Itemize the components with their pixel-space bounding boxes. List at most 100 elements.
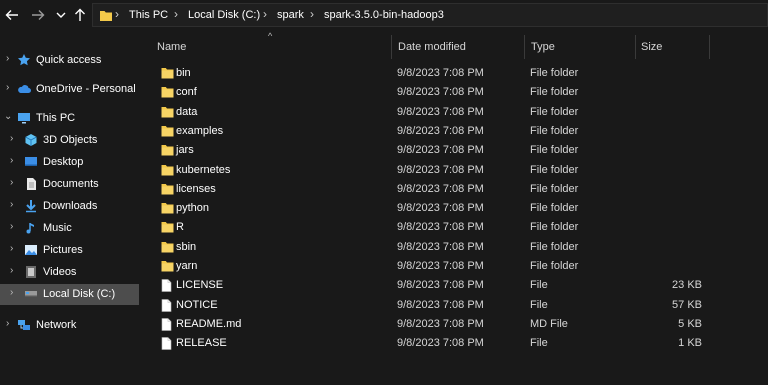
file-name: R — [176, 221, 184, 234]
breadcrumb-spark[interactable]: spark — [277, 9, 304, 21]
column-divider[interactable] — [709, 35, 710, 59]
nav-item-this-pc[interactable]: ⌄ This PC — [0, 108, 139, 129]
forward-button[interactable] — [30, 6, 46, 24]
file-row[interactable]: data 9/8/2023 7:08 PM File folder — [141, 103, 768, 122]
back-button[interactable] — [4, 6, 20, 24]
file-row[interactable]: jars 9/8/2023 7:08 PM File folder — [141, 141, 768, 160]
file-type: File folder — [530, 202, 579, 215]
file-row[interactable]: sbin 9/8/2023 7:08 PM File folder — [141, 238, 768, 257]
nav-label: Desktop — [43, 156, 84, 168]
music-note-icon — [26, 223, 34, 234]
file-type: File folder — [530, 240, 579, 253]
chevron-right-icon[interactable]: › — [10, 177, 13, 188]
file-row[interactable]: python 9/8/2023 7:08 PM File folder — [141, 199, 768, 218]
recent-locations-button[interactable] — [53, 6, 69, 24]
chevron-right-icon: › — [174, 7, 178, 21]
nav-item-videos[interactable]: › Videos — [0, 262, 139, 283]
file-date-modified: 9/8/2023 7:08 PM — [397, 124, 484, 137]
column-divider[interactable] — [391, 35, 392, 59]
nav-label: This PC — [36, 112, 76, 124]
file-size: 1 KB — [678, 337, 702, 350]
file-date-modified: 9/8/2023 7:08 PM — [397, 221, 484, 234]
file-type: File — [530, 279, 548, 292]
cube-icon — [25, 134, 37, 146]
file-row[interactable]: LICENSE 9/8/2023 7:08 PM File 23 KB — [141, 276, 768, 295]
file-date-modified: 9/8/2023 7:08 PM — [397, 337, 484, 350]
file-row[interactable]: NOTICE 9/8/2023 7:08 PM File 57 KB — [141, 296, 768, 315]
file-type: File — [530, 337, 548, 350]
nav-label: Local Disk (C:) — [43, 288, 116, 300]
chevron-right-icon[interactable]: › — [10, 199, 13, 210]
file-row[interactable]: bin 9/8/2023 7:08 PM File folder — [141, 64, 768, 83]
breadcrumb-spark-folder[interactable]: spark-3.5.0-bin-hadoop3 — [324, 9, 444, 21]
up-button[interactable] — [72, 6, 88, 24]
nav-item-documents[interactable]: › Documents — [0, 174, 139, 195]
file-size: 57 KB — [672, 298, 702, 311]
chevron-right-icon[interactable]: › — [10, 155, 13, 166]
file-row[interactable]: conf 9/8/2023 7:08 PM File folder — [141, 83, 768, 102]
file-date-modified: 9/8/2023 7:08 PM — [397, 260, 484, 272]
arrow-up-icon — [75, 8, 85, 21]
column-header-size[interactable]: Size — [641, 41, 662, 53]
file-row[interactable]: RELEASE 9/8/2023 7:08 PM File 1 KB — [141, 334, 768, 353]
chevron-down-icon[interactable]: ⌄ — [4, 111, 12, 122]
nav-label: OneDrive - Personal — [36, 83, 136, 95]
file-row[interactable]: kubernetes 9/8/2023 7:08 PM File folder — [141, 161, 768, 180]
chevron-right-icon[interactable]: › — [10, 265, 13, 276]
nav-item-quick-access[interactable]: › Quick access — [0, 50, 139, 71]
chevron-right-icon[interactable]: › — [10, 243, 13, 254]
address-bar[interactable]: › This PC › Local Disk (C:) › spark › sp… — [92, 3, 768, 27]
nav-item-pictures[interactable]: › Pictures — [0, 240, 139, 261]
nav-item-downloads[interactable]: › Downloads — [0, 196, 139, 217]
file-date-modified: 9/8/2023 7:08 PM — [397, 144, 484, 157]
film-icon — [26, 266, 36, 278]
file-name: conf — [176, 86, 197, 99]
chevron-right-icon[interactable]: › — [6, 53, 9, 64]
folder-icon — [161, 260, 174, 275]
nav-label: Network — [36, 319, 77, 331]
column-header-date[interactable]: Date modified — [398, 41, 466, 53]
chevron-down-icon — [56, 12, 66, 18]
nav-item-desktop[interactable]: › Desktop — [0, 152, 139, 173]
file-name: RELEASE — [176, 337, 227, 350]
file-date-modified: 9/8/2023 7:08 PM — [397, 105, 484, 118]
caret-up-icon: ^ — [268, 31, 273, 41]
folder-icon — [161, 86, 174, 101]
file-type: MD File — [530, 317, 568, 330]
star-icon — [18, 54, 30, 66]
nav-label: Videos — [43, 266, 77, 278]
folder-icon — [161, 183, 174, 198]
file-name: sbin — [176, 240, 197, 253]
nav-item-music[interactable]: › Music — [0, 218, 139, 239]
column-divider[interactable] — [635, 35, 636, 59]
file-type: File folder — [530, 105, 579, 118]
folder-icon — [161, 144, 174, 159]
chevron-right-icon[interactable]: › — [10, 287, 13, 298]
chevron-right-icon[interactable]: › — [10, 133, 13, 144]
file-icon — [161, 337, 172, 353]
breadcrumb-local-disk[interactable]: Local Disk (C:) — [188, 9, 260, 21]
file-type: File folder — [530, 144, 579, 157]
file-date-modified: 9/8/2023 7:08 PM — [397, 67, 484, 79]
nav-item-3d-objects[interactable]: › 3D Objects — [0, 130, 139, 151]
file-row[interactable]: yarn 9/8/2023 7:08 PM File folder — [141, 257, 768, 276]
folder-icon — [161, 202, 174, 217]
column-header-name[interactable]: Name — [157, 41, 186, 53]
chevron-right-icon: › — [115, 7, 119, 21]
column-header-type[interactable]: Type — [531, 41, 555, 53]
column-divider[interactable] — [524, 35, 525, 59]
file-icon — [161, 318, 172, 334]
chevron-right-icon[interactable]: › — [6, 318, 9, 329]
file-row[interactable]: licenses 9/8/2023 7:08 PM File folder — [141, 180, 768, 199]
file-row[interactable]: README.md 9/8/2023 7:08 PM MD File 5 KB — [141, 315, 768, 334]
nav-item-onedrive[interactable]: › OneDrive - Personal — [0, 79, 139, 100]
chevron-right-icon[interactable]: › — [6, 82, 9, 93]
monitor-icon — [18, 113, 30, 124]
nav-item-network[interactable]: › Network — [0, 315, 139, 336]
breadcrumb-this-pc[interactable]: This PC — [129, 9, 168, 21]
file-row[interactable]: R 9/8/2023 7:08 PM File folder — [141, 218, 768, 237]
chevron-right-icon[interactable]: › — [10, 221, 13, 232]
file-date-modified: 9/8/2023 7:08 PM — [397, 86, 484, 99]
file-row[interactable]: examples 9/8/2023 7:08 PM File folder — [141, 122, 768, 141]
nav-item-local-disk[interactable]: › Local Disk (C:) — [0, 284, 139, 305]
